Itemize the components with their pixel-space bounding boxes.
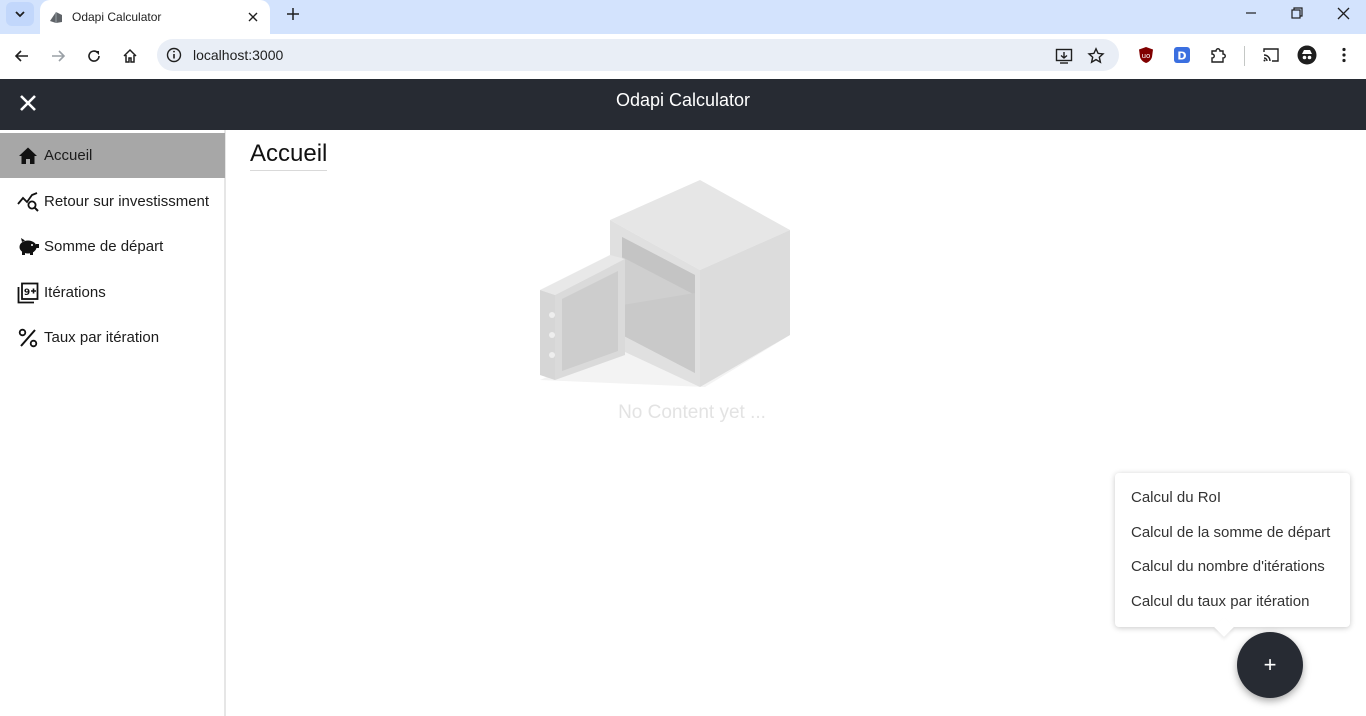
chart-search-icon [17,191,39,213]
star-icon [1087,47,1105,64]
reload-icon [88,50,100,62]
chevron-down-icon [15,11,25,18]
forward-button[interactable] [44,42,72,70]
sidebar-item-label: Somme de départ [44,238,164,255]
sidebar-item-taux-par-iteration[interactable]: Taux par itération [0,315,225,360]
reload-button[interactable] [80,42,108,70]
svg-text:uo: uo [1142,52,1151,60]
page-title: Accueil [250,140,328,171]
address-url: localhost:3000 [193,47,284,63]
menu-item-calcul-nombre-iterations[interactable]: Calcul du nombre d'itérations [1131,558,1325,575]
arrow-right-icon [52,50,66,62]
sidebar-item-label: Taux par itération [44,329,160,346]
piggy-bank-icon [17,236,39,258]
address-bar[interactable]: localhost:3000 [157,39,1119,71]
puzzle-icon [1211,48,1226,63]
home-button[interactable] [116,42,144,70]
svg-text:9: 9 [24,288,30,298]
sidebar-item-label: Itérations [44,284,106,301]
app-header: Odapi Calculator [0,79,1366,130]
browser-menu-button[interactable] [1334,45,1354,65]
sidebar-item-somme-de-depart[interactable]: Somme de départ [0,224,225,269]
sidebar-item-accueil[interactable]: Accueil [0,133,225,178]
sidebar: Accueil Retour sur investissment Somme d… [0,130,226,716]
minimize-window-button[interactable] [1228,0,1274,26]
ublock-shield-icon: uo [1139,47,1153,63]
minimize-icon [1246,12,1256,14]
fab-plus-label: + [1263,652,1277,677]
home-icon [17,145,39,167]
bookmark-button[interactable] [1085,45,1107,67]
browser-tab-bar: Odapi Calculator [0,0,1366,34]
install-icon [1055,48,1073,64]
sidebar-item-label: Retour sur investissment [44,193,210,210]
sidebar-item-label: Accueil [44,147,93,164]
d-extension-button[interactable]: D [1172,45,1192,65]
browser-tab[interactable]: Odapi Calculator [40,0,270,34]
plus-icon [287,8,299,20]
install-app-button[interactable] [1053,45,1075,67]
tab-title: Odapi Calculator [72,10,162,24]
toolbar-divider [1244,46,1245,66]
new-tab-button[interactable] [282,3,304,25]
empty-state-text: No Content yet ... [618,402,766,423]
filter-9-plus-icon: 9 [17,282,39,304]
app-title: Odapi Calculator [615,90,751,110]
d-extension-icon: D [1174,47,1190,63]
fab-menu: Calcul du RoI Calcul de la somme de dépa… [1115,473,1350,627]
sidebar-item-retour-sur-investissement[interactable]: Retour sur investissment [0,179,225,224]
close-icon [1337,7,1349,19]
restore-window-button[interactable] [1274,0,1320,26]
menu-item-calcul-roi[interactable]: Calcul du RoI [1131,489,1221,506]
restore-icon [1291,7,1303,19]
add-fab-button[interactable]: + [1237,632,1303,698]
tab-search-button[interactable] [6,2,34,26]
home-outline-icon [123,48,137,63]
extensions-button[interactable] [1208,45,1228,65]
percent-icon [17,327,39,349]
browser-toolbar: localhost:3000 uo D [0,34,1366,79]
incognito-profile-icon [1297,45,1317,65]
sidebar-item-iterations[interactable]: 9 Itérations [0,270,225,315]
cast-icon [1263,48,1279,62]
menu-item-calcul-somme-depart[interactable]: Calcul de la somme de départ [1131,524,1330,541]
svg-text:D: D [1177,50,1186,63]
menu-item-calcul-taux-iteration[interactable]: Calcul du taux par itération [1131,593,1309,610]
back-button[interactable] [8,42,36,70]
ublock-extension-button[interactable]: uo [1136,45,1156,65]
site-favicon-icon [50,12,62,23]
empty-safe-illustration [540,180,790,387]
site-info-icon[interactable] [165,46,183,64]
tab-close-button[interactable] [244,8,262,26]
profile-button[interactable] [1297,45,1317,65]
more-vertical-icon [1342,47,1346,63]
close-icon [248,12,258,22]
cast-button[interactable] [1261,45,1281,65]
arrow-left-icon [14,50,28,62]
close-window-button[interactable] [1320,0,1366,26]
